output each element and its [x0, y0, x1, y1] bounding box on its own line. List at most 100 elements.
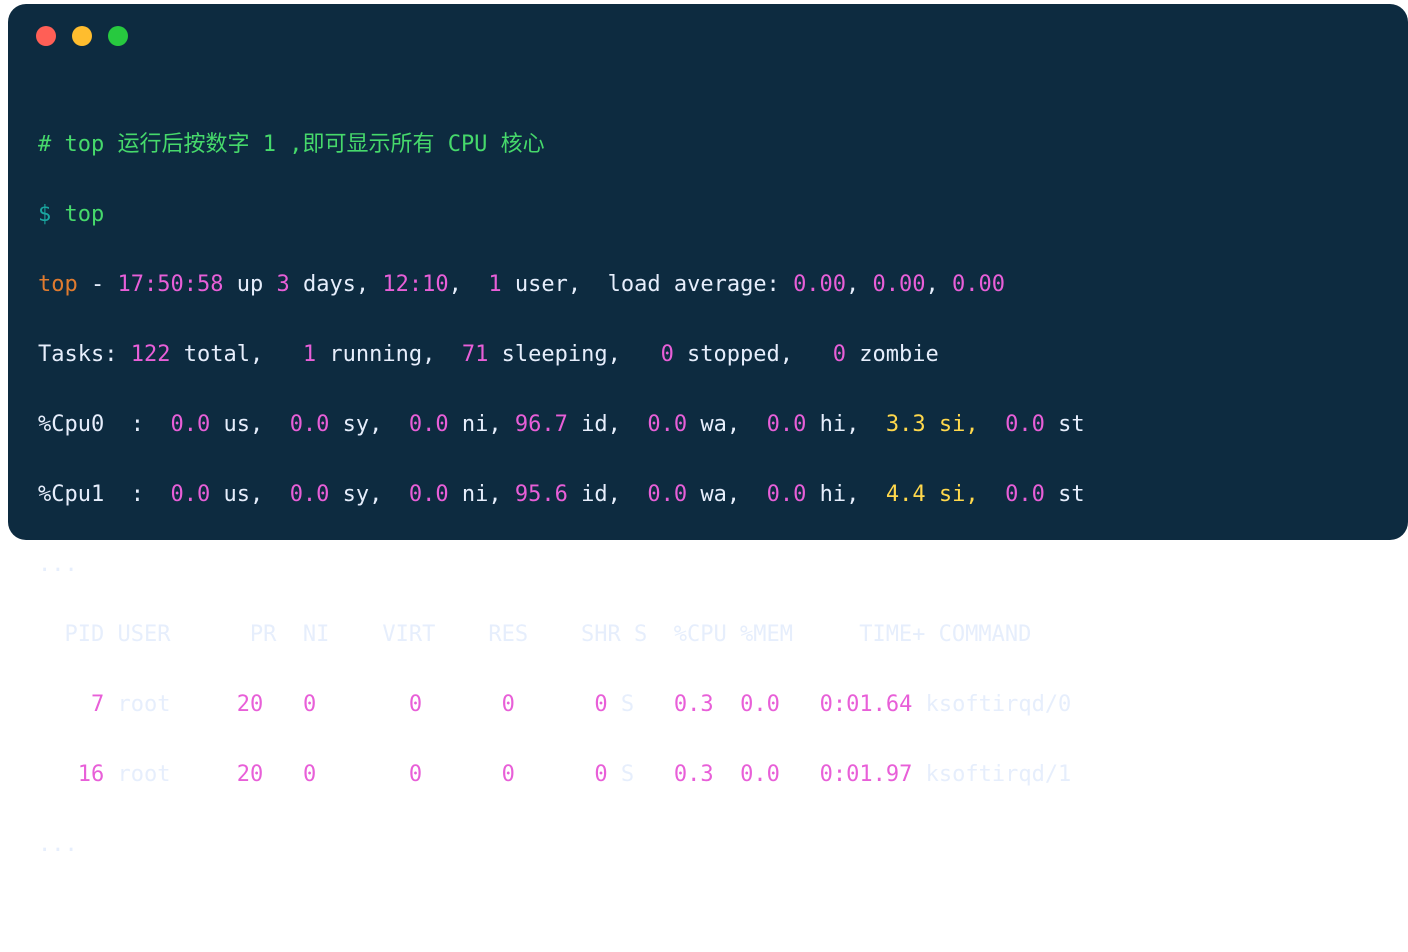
comment-line: # top 运行后按数字 1 ,即可显示所有 CPU 核心	[38, 127, 1378, 162]
res: 0	[502, 762, 515, 787]
cpu0-wa: 0.0	[647, 412, 687, 437]
comment-text: # top 运行后按数字 1 ,即可显示所有 CPU 核心	[38, 132, 545, 157]
user: root	[117, 692, 236, 717]
tasks-label: Tasks:	[38, 342, 131, 367]
sp	[515, 692, 594, 717]
w: si,	[926, 412, 1005, 437]
loadavg-1: 0.00	[793, 272, 846, 297]
w: sy,	[329, 412, 408, 437]
dash: -	[78, 272, 118, 297]
mem: 0.0	[740, 762, 780, 787]
ellipsis: ...	[38, 827, 1378, 862]
cpu0-st: 0.0	[1005, 412, 1045, 437]
tasks-sleeping-word: sleeping,	[488, 342, 660, 367]
tasks-zombie: 0	[833, 342, 846, 367]
tasks-stopped: 0	[661, 342, 674, 367]
cpu1-us: 0.0	[170, 482, 210, 507]
sp	[780, 762, 820, 787]
loadavg-3: 0.00	[952, 272, 1005, 297]
sp	[316, 762, 409, 787]
comma: ,	[926, 272, 953, 297]
res: 0	[502, 692, 515, 717]
virt: 0	[409, 762, 422, 787]
state: S	[621, 762, 634, 787]
pid: 16	[38, 762, 104, 787]
sp	[912, 692, 925, 717]
command: ksoftirqd/1	[926, 762, 1072, 787]
sp	[714, 762, 741, 787]
sp	[263, 692, 303, 717]
tasks-sleeping: 71	[462, 342, 489, 367]
pid: 7	[38, 692, 104, 717]
sp	[515, 762, 594, 787]
uptime-hm: 12:10	[382, 272, 448, 297]
cpu1-st: 0.0	[1005, 482, 1045, 507]
sp	[608, 692, 621, 717]
terminal-window: # top 运行后按数字 1 ,即可显示所有 CPU 核心 $ top top …	[8, 4, 1408, 540]
w: ni,	[449, 412, 515, 437]
prompt-line[interactable]: $ top	[38, 197, 1378, 232]
sp	[780, 692, 820, 717]
w: si,	[926, 482, 1005, 507]
cpu0-sy: 0.0	[290, 412, 330, 437]
user: root	[117, 762, 236, 787]
up-word: up	[223, 272, 276, 297]
ni: 0	[303, 762, 316, 787]
sp	[714, 692, 741, 717]
terminal-output: # top 运行后按数字 1 ,即可显示所有 CPU 核心 $ top top …	[8, 4, 1408, 952]
zoom-icon[interactable]	[108, 26, 128, 46]
process-row: 7 root 20 0 0 0 0 S 0.3 0.0 0:01.64 ksof…	[38, 687, 1378, 722]
cpu0-si: 3.3	[886, 412, 926, 437]
tasks-stopped-word: stopped,	[674, 342, 833, 367]
sp	[104, 692, 117, 717]
tasks-zombie-word: zombie	[846, 342, 939, 367]
shr: 0	[594, 762, 607, 787]
cpu1-id: 95.6	[515, 482, 568, 507]
w: id,	[568, 412, 647, 437]
sp	[422, 762, 501, 787]
clock: 17:50:58	[118, 272, 224, 297]
sp	[634, 762, 674, 787]
w: st	[1045, 412, 1085, 437]
ni: 0	[303, 692, 316, 717]
minimize-icon[interactable]	[72, 26, 92, 46]
sp	[912, 762, 925, 787]
w: wa,	[687, 412, 766, 437]
cpu1-hi: 0.0	[767, 482, 807, 507]
sp	[608, 762, 621, 787]
cpu0-hi: 0.0	[767, 412, 807, 437]
w: ni,	[449, 482, 515, 507]
close-icon[interactable]	[36, 26, 56, 46]
process-header: PID USER PR NI VIRT RES SHR S %CPU %MEM …	[38, 617, 1378, 652]
sp	[316, 692, 409, 717]
ellipsis-text: ...	[38, 832, 78, 857]
cpu: 0.3	[674, 762, 714, 787]
tasks-running-word: running,	[316, 342, 462, 367]
command: ksoftirqd/0	[926, 692, 1072, 717]
loadavg-2: 0.00	[873, 272, 926, 297]
mem: 0.0	[740, 692, 780, 717]
cpu1-ni: 0.0	[409, 482, 449, 507]
tasks-total: 122	[131, 342, 171, 367]
up-days: 3	[276, 272, 289, 297]
w: us,	[210, 482, 289, 507]
cpu0-label: %Cpu0 :	[38, 412, 170, 437]
sep: ,	[449, 272, 489, 297]
cpu1-sy: 0.0	[290, 482, 330, 507]
time: 0:01.97	[820, 762, 913, 787]
tasks-running: 1	[303, 342, 316, 367]
command-text: top	[65, 202, 105, 227]
pr: 20	[237, 762, 264, 787]
cpu0-line: %Cpu0 : 0.0 us, 0.0 sy, 0.0 ni, 96.7 id,…	[38, 407, 1378, 442]
ellipsis-text: ...	[38, 552, 78, 577]
virt: 0	[409, 692, 422, 717]
comma: ,	[846, 272, 873, 297]
pr: 20	[237, 692, 264, 717]
cpu1-si: 4.4	[886, 482, 926, 507]
w: id,	[568, 482, 647, 507]
cpu0-ni: 0.0	[409, 412, 449, 437]
w: sy,	[329, 482, 408, 507]
w: wa,	[687, 482, 766, 507]
users-count: 1	[488, 272, 501, 297]
state: S	[621, 692, 634, 717]
